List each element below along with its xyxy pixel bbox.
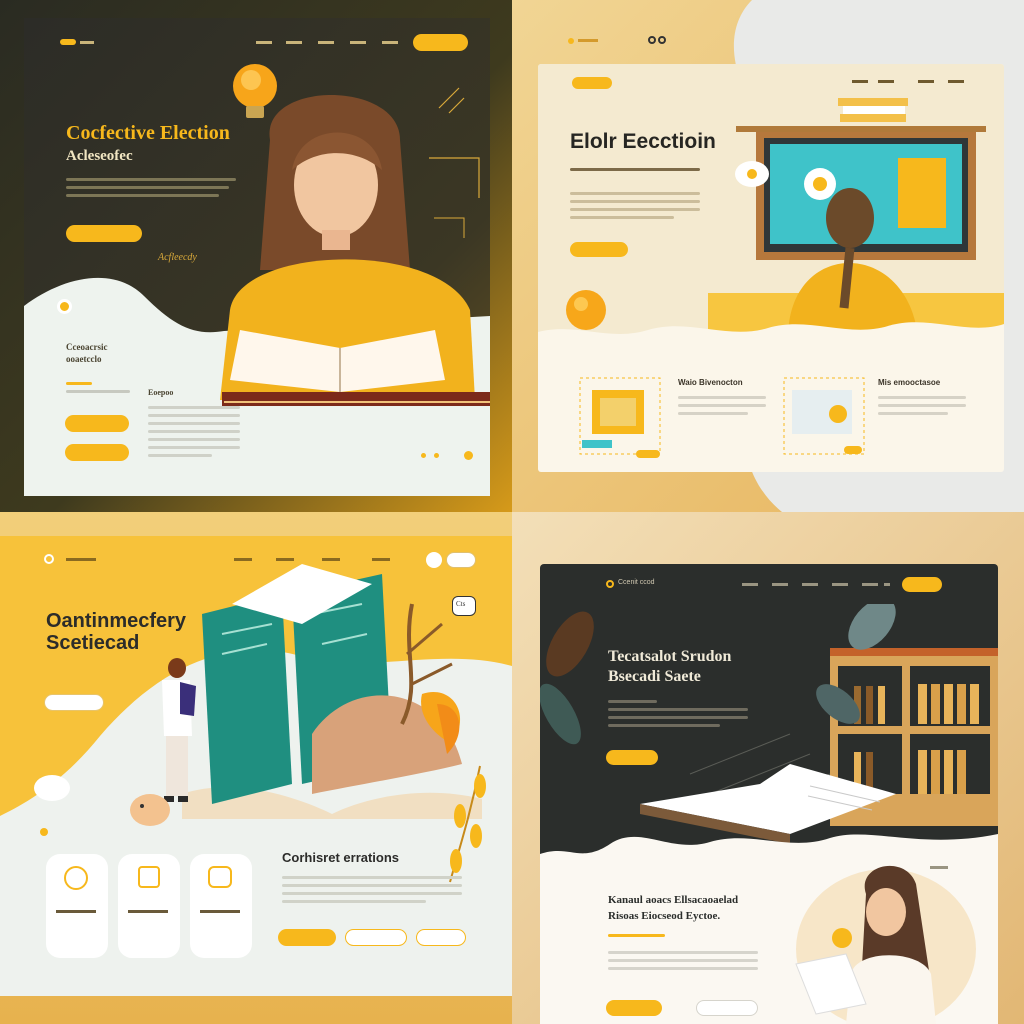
hero-cta-button[interactable] [66,225,142,242]
nav-item[interactable] [862,583,878,586]
page-card: Elolr Eecctioin Waio Bivenocton Mis emoo… [538,64,1004,472]
column-title: Eoepoo [148,388,174,397]
section-button-2[interactable] [345,929,407,946]
side-paragraph [66,382,130,398]
chat-bubble-icon [735,161,769,187]
hero-cta-button[interactable] [44,694,104,711]
nav-item[interactable] [318,41,334,44]
panel-top-left: Cocfective Election Acleseofec Acfleecdy… [0,0,512,512]
tag-badge-label: Cts [456,600,466,608]
section-paragraph [282,876,462,908]
section-button-3[interactable] [416,929,466,946]
logo-icon [60,39,76,45]
nav-item[interactable] [276,558,294,561]
nav-item[interactable] [372,558,390,561]
nav-item[interactable] [286,41,302,44]
side-subtitle: ooaetcclo [66,354,102,364]
box-icon [138,866,160,888]
leaf-sprig [449,765,486,883]
nav-item[interactable] [852,80,868,83]
nav-item[interactable] [80,41,94,44]
card-title-1: Waio Bivenocton [678,378,743,387]
section-button-1[interactable] [606,1000,662,1016]
card-paragraph-2 [878,396,966,420]
section-title-line2: Risoas Eiocseod Eyctoe. [608,910,721,922]
nav-item[interactable] [234,558,252,561]
card-title-2: Mis emooctasoe [878,378,941,387]
nav-item[interactable] [742,583,758,586]
pager-dot[interactable] [464,451,473,460]
section-title-line1: Kanaul aoacs Ellsacaoaelad [608,894,739,906]
card-button-1[interactable] [636,450,660,458]
card-image-2 [783,377,865,455]
side-title: Cceoacrsic [66,342,108,352]
nav-item[interactable] [322,558,340,561]
side-button-1[interactable] [65,415,129,432]
hero-title-line2: Scetiecad [46,632,140,654]
nav-cta-button[interactable] [572,77,612,89]
hero-paragraph-body [570,192,700,224]
reading-girl-illustration [795,865,976,1024]
nav-item[interactable] [884,583,890,586]
section-button-1[interactable] [278,929,336,946]
panel-bottom-left: Oantinmecfery Scetiecad Cts Corhisret er… [0,512,512,1024]
bulb-icon [64,866,88,890]
card-image-1 [579,377,661,455]
section-title: Corhisret errations [282,850,400,865]
top-icons [568,36,668,46]
hero-illustration [640,604,998,844]
logo-icon [606,580,614,588]
panel-bottom-right: Ccenit ccod Tecatsalot Srudon Bsecadi Sa… [512,512,1024,1024]
hero-paragraph [570,168,700,176]
card-paragraph-1 [678,396,766,420]
dot-marker [40,828,48,836]
nav-item[interactable] [772,583,788,586]
page-card: Oantinmecfery Scetiecad Cts Corhisret er… [0,536,512,996]
nav-item[interactable] [878,80,894,83]
hero-title: Elolr Eecctioin [570,130,716,153]
pager-dot[interactable] [421,453,426,458]
section-button-2[interactable] [696,1000,758,1016]
card-button-2[interactable] [844,446,862,454]
reading-girl-illustration [220,95,490,406]
nav-item[interactable] [948,80,964,83]
panel-top-right: Elolr Eecctioin Waio Bivenocton Mis emoo… [512,0,1024,512]
cloud-icon [34,775,70,801]
nav-item[interactable] [256,41,272,44]
nav-cta-button[interactable] [902,577,942,592]
nav-item[interactable] [382,41,398,44]
nav-item[interactable] [350,41,366,44]
hand-icon [208,866,232,888]
handwritten-tagline: Acfleecdy [158,252,197,263]
nav-cta-button[interactable] [413,34,468,51]
pig-figure [130,794,170,826]
page-card: Cocfective Election Acleseofec Acfleecdy… [24,18,490,496]
logo-icon [44,554,54,564]
torn-divider [538,322,1004,354]
side-button-2[interactable] [65,444,129,461]
nav-item[interactable] [802,583,818,586]
page-card: Ccenit ccod Tecatsalot Srudon Bsecadi Sa… [540,564,998,1024]
badge-icon [57,299,72,314]
nav-item[interactable] [918,80,934,83]
section-paragraph [608,934,758,975]
logo-text [66,558,96,561]
logo-text: Ccenit ccod [618,579,655,586]
pager-dot[interactable] [434,453,439,458]
hero-subtitle: Acleseofec [66,148,133,164]
hero-cta-button[interactable] [570,242,628,257]
nav-item[interactable] [832,583,848,586]
classroom-illustration [708,98,1004,338]
student-figure [162,658,196,802]
